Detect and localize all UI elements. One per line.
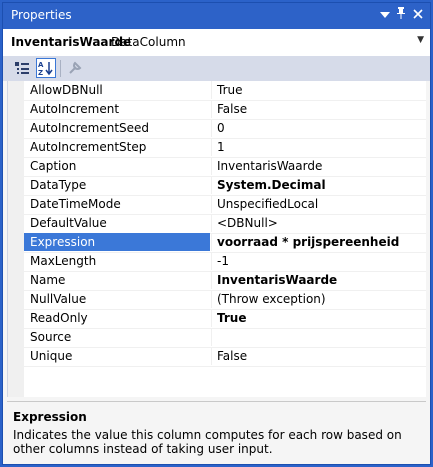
property-value[interactable]: <DBNull> <box>211 214 426 232</box>
property-name[interactable]: Name <box>24 271 210 289</box>
property-value[interactable]: -1 <box>211 252 426 270</box>
toolbar-separator <box>60 60 61 77</box>
property-name[interactable]: ReadOnly <box>24 309 210 327</box>
property-name[interactable]: Source <box>24 328 210 346</box>
object-selector[interactable]: InventarisWaarde DataColumn ▼ <box>3 29 430 57</box>
property-value[interactable]: (Throw exception) <box>211 290 426 308</box>
property-row[interactable]: Source <box>24 328 426 348</box>
categorized-icon[interactable] <box>12 58 32 78</box>
property-name[interactable]: MaxLength <box>24 252 210 270</box>
description-title: Expression <box>13 410 87 424</box>
property-value[interactable]: True <box>211 81 426 99</box>
property-value[interactable]: True <box>211 309 426 327</box>
window-title: Properties <box>11 8 72 22</box>
property-value[interactable] <box>211 328 426 346</box>
property-value[interactable]: InventarisWaarde <box>211 271 426 289</box>
property-name[interactable]: Caption <box>24 157 210 175</box>
property-value[interactable]: 1 <box>211 138 426 156</box>
property-name[interactable]: AutoIncrementSeed <box>24 119 210 137</box>
property-grid[interactable]: AllowDBNull True AutoIncrement False AutoInc… <box>7 81 426 397</box>
svg-text:Z: Z <box>38 69 43 77</box>
property-value[interactable]: UnspecifiedLocal <box>211 195 426 213</box>
property-value[interactable]: False <box>211 347 426 365</box>
property-row[interactable]: DefaultValue <DBNull> <box>24 214 426 234</box>
title-bar[interactable]: Properties <box>3 3 430 29</box>
svg-text:A: A <box>38 61 44 69</box>
property-pages-icon[interactable] <box>65 58 85 78</box>
property-name[interactable]: AllowDBNull <box>24 81 210 99</box>
property-name[interactable]: Expression <box>24 233 210 251</box>
property-row[interactable]: Caption InventarisWaarde <box>24 157 426 177</box>
property-name[interactable]: AutoIncrement <box>24 100 210 118</box>
close-icon[interactable] <box>410 7 426 23</box>
property-name[interactable]: NullValue <box>24 290 210 308</box>
property-row[interactable]: DataType System.Decimal <box>24 176 426 196</box>
pin-icon[interactable] <box>393 7 409 23</box>
property-value[interactable]: voorraad * prijspereenheid <box>211 233 426 251</box>
property-name[interactable]: Unique <box>24 347 210 365</box>
property-row[interactable]: Unique False <box>24 347 426 367</box>
property-row[interactable]: Name InventarisWaarde <box>24 271 426 291</box>
property-row[interactable]: AutoIncrementStep 1 <box>24 138 426 158</box>
property-row[interactable]: AllowDBNull True <box>24 81 426 101</box>
property-row[interactable]: AutoIncrementSeed 0 <box>24 119 426 139</box>
description-text: Indicates the value this column computes… <box>13 428 402 456</box>
property-row[interactable]: ReadOnly True <box>24 309 426 329</box>
property-row[interactable]: NullValue (Throw exception) <box>24 290 426 310</box>
property-row[interactable]: MaxLength -1 <box>24 252 426 272</box>
property-name[interactable]: AutoIncrementStep <box>24 138 210 156</box>
properties-window: Properties InventarisWaarde DataColumn ▼ <box>2 2 431 465</box>
chevron-down-icon[interactable] <box>377 7 393 23</box>
property-value[interactable]: False <box>211 100 426 118</box>
alphabetical-icon[interactable]: A Z <box>36 58 56 78</box>
grid-gutter <box>8 81 24 397</box>
property-value[interactable]: 0 <box>211 119 426 137</box>
property-name[interactable]: DefaultValue <box>24 214 210 232</box>
property-value[interactable]: System.Decimal <box>211 176 426 194</box>
property-value[interactable]: InventarisWaarde <box>211 157 426 175</box>
property-row[interactable]: Expression voorraad * prijspereenheid <box>24 233 426 253</box>
properties-toolbar: A Z <box>3 56 430 81</box>
property-name[interactable]: DataType <box>24 176 210 194</box>
property-name[interactable]: DateTimeMode <box>24 195 210 213</box>
description-pane: Expression Indicates the value this colu… <box>7 401 426 462</box>
object-type: DataColumn <box>111 35 186 49</box>
chevron-down-icon[interactable]: ▼ <box>417 35 424 45</box>
property-row[interactable]: AutoIncrement False <box>24 100 426 120</box>
property-row[interactable]: DateTimeMode UnspecifiedLocal <box>24 195 426 215</box>
